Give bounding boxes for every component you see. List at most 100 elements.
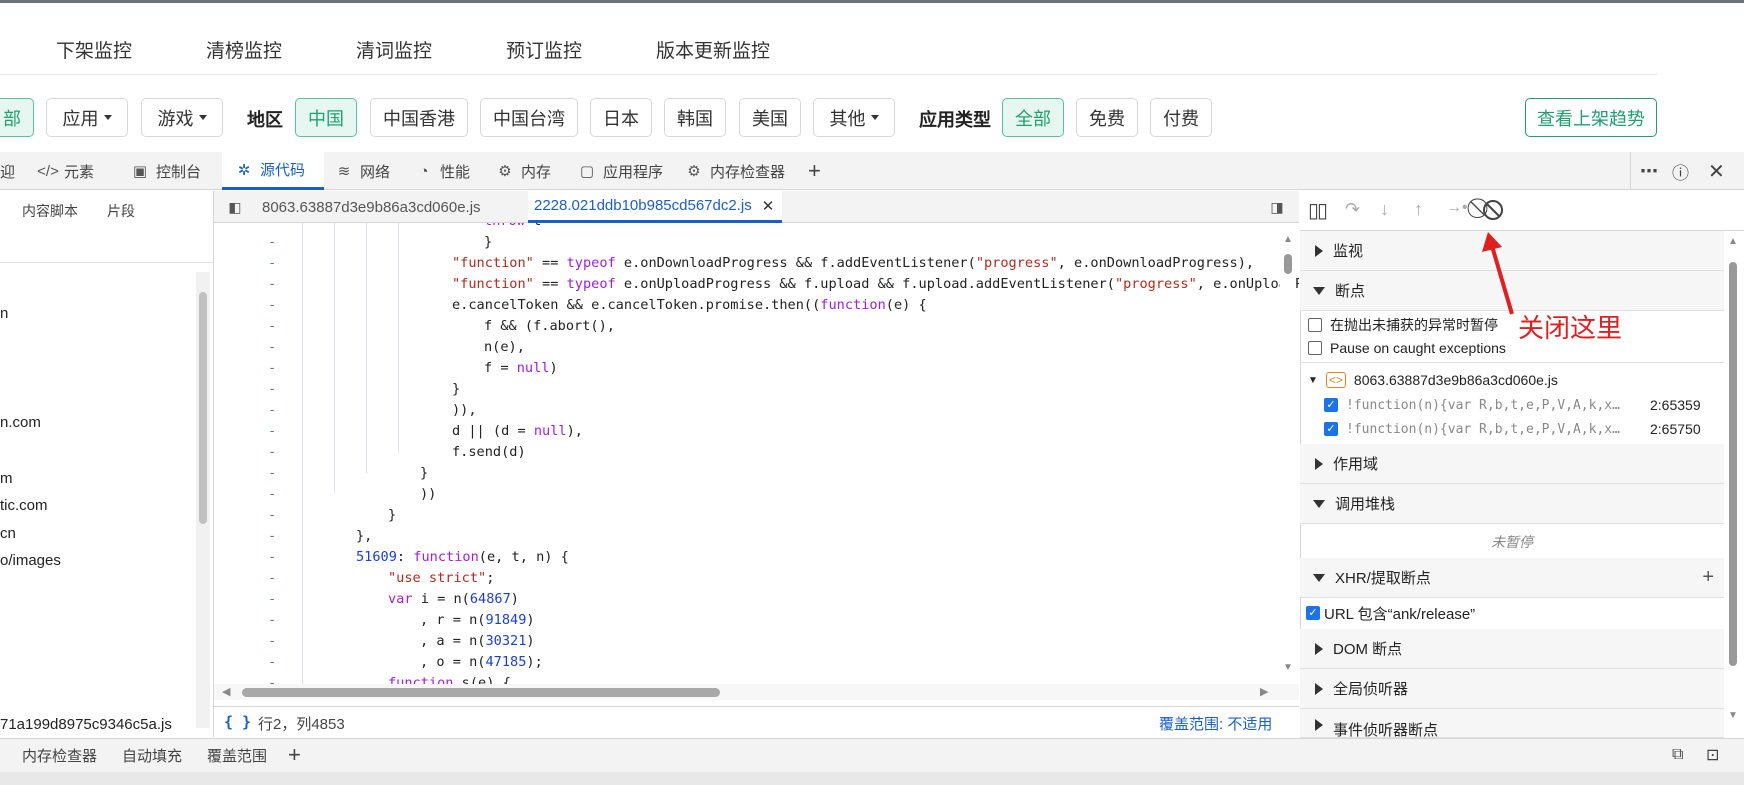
nav-item[interactable]: 71a199d8975c9346c5a.js (0, 716, 172, 733)
tab-sources[interactable]: ✲ 源代码 (222, 152, 324, 190)
code-line[interactable]: - e.cancelToken && e.cancelToken.promise.… (214, 295, 1299, 316)
nav-tab-rank-clear[interactable]: 清榜监控 (206, 36, 282, 63)
code-line[interactable]: - d || (d = null), (214, 421, 1299, 442)
close-drawer-icon[interactable]: ⊡ (1706, 738, 1719, 772)
line-gutter-marker[interactable]: - (268, 652, 276, 673)
section-event-listeners[interactable]: 事件侦听器断点 (1300, 709, 1724, 738)
scroll-up-icon[interactable]: ▲ (1728, 236, 1738, 247)
add-drawer-tab-icon[interactable]: + (288, 738, 301, 772)
line-gutter-marker[interactable]: - (268, 295, 276, 316)
nav-item[interactable]: n (0, 305, 8, 322)
line-gutter-marker[interactable]: - (268, 631, 276, 652)
line-gutter-marker[interactable]: - (268, 421, 276, 442)
line-gutter-marker[interactable]: - (268, 379, 276, 400)
nav-tab-delist[interactable]: 下架监控 (56, 36, 132, 63)
code-line[interactable]: - 51609: function(e, t, n) { (214, 547, 1299, 568)
region-chip-korea[interactable]: 韩国 (664, 98, 726, 137)
drawer-tab-coverage[interactable]: 覆盖范围 (207, 738, 267, 772)
apptype-chip-all[interactable]: 全部 (1002, 98, 1064, 137)
editor-tab-file2[interactable]: 2228.021ddb10b985cd567dc2.js ✕ (528, 191, 783, 223)
nav-tab-version-update[interactable]: 版本更新监控 (656, 36, 770, 63)
section-callstack[interactable]: 调用堆栈 (1300, 484, 1724, 524)
deactivate-breakpoints-icon[interactable] (1482, 199, 1504, 221)
line-gutter-marker[interactable]: - (268, 223, 276, 232)
code-line[interactable]: -)) (214, 484, 1299, 505)
code-line[interactable]: - , a = n(30321) (214, 631, 1299, 652)
code-line[interactable]: -)), (214, 400, 1299, 421)
region-chip-usa[interactable]: 美国 (739, 98, 801, 137)
view-trend-button[interactable]: 查看上架趋势 (1525, 98, 1657, 137)
scroll-down-icon[interactable]: ▼ (1728, 710, 1738, 721)
add-tab-icon[interactable]: + (808, 152, 830, 190)
section-xhr-breakpoints[interactable]: XHR/提取断点 + (1300, 558, 1724, 598)
tab-network[interactable]: ≋ 网络 (334, 152, 404, 190)
code-hscrollbar[interactable]: ◀ ▶ (214, 684, 1299, 700)
line-gutter-marker[interactable]: - (268, 547, 276, 568)
line-gutter-marker[interactable]: - (268, 253, 276, 274)
navigator-scrollbar[interactable] (196, 272, 210, 728)
step-over-icon[interactable]: ↷ (1345, 199, 1360, 220)
pause-uncaught-checkbox[interactable] (1308, 318, 1322, 332)
more-options-icon[interactable]: ⋯ (1640, 152, 1658, 190)
code-line[interactable]: - "function" == typeof e.onUploadProgress… (214, 274, 1299, 295)
code-line[interactable]: - "use strict"; (214, 568, 1299, 589)
code-line[interactable]: -} (214, 232, 1299, 253)
breakpoint-item[interactable]: ✓ !function(n){var R,b,t,e,P,V,A,k,x… 2:65… (1300, 393, 1724, 417)
filter-all-chip[interactable]: 部 (0, 98, 34, 137)
tab-welcome[interactable]: 迎 (0, 152, 22, 190)
line-gutter-marker[interactable]: - (268, 484, 276, 505)
code-line[interactable]: - f.send(d) (214, 442, 1299, 463)
code-line[interactable]: -}, (214, 526, 1299, 547)
section-scope[interactable]: 作用域 (1300, 444, 1724, 484)
line-gutter-marker[interactable]: - (268, 358, 276, 379)
toggle-debugger-icon[interactable]: ◨ (1264, 191, 1290, 223)
tab-memory[interactable]: ⚙ 内存 (495, 152, 557, 190)
line-gutter-marker[interactable]: - (268, 673, 276, 684)
code-line[interactable]: -} (214, 379, 1299, 400)
close-tab-icon[interactable]: ✕ (762, 197, 775, 215)
line-gutter-marker[interactable]: - (268, 463, 276, 484)
code-line[interactable]: - , o = n(47185); (214, 652, 1299, 673)
close-icon[interactable]: ✕ (1708, 152, 1725, 190)
region-chip-china[interactable]: 中国 (295, 98, 357, 137)
code-line[interactable]: - f && (f.abort(), (214, 316, 1299, 337)
line-gutter-marker[interactable]: - (268, 526, 276, 547)
code-line[interactable]: - function s(e) { (214, 673, 1299, 684)
line-gutter-marker[interactable]: - (268, 274, 276, 295)
nav-item[interactable]: cn (0, 525, 16, 542)
tab-memory-inspector[interactable]: ⚙ 内存检查器 (684, 152, 792, 190)
help-icon[interactable]: ⓘ (1672, 152, 1689, 190)
drawer-tab-memory-inspector[interactable]: 内存检查器 (22, 738, 97, 772)
filter-app-dropdown[interactable]: 应用 (46, 98, 128, 137)
xhr-breakpoint-item[interactable]: ✓ URL 包含“ank/release” (1300, 601, 1724, 625)
add-xhr-breakpoint-icon[interactable]: + (1702, 566, 1714, 589)
pause-caught-row[interactable]: Pause on caught exceptions (1300, 336, 1724, 360)
subtab-snippets[interactable]: 片段 (107, 201, 135, 221)
scrollbar-thumb[interactable] (1729, 262, 1737, 666)
code-line[interactable]: - "function" == typeof e.onDownloadProgre… (214, 253, 1299, 274)
code-line[interactable]: - n(e), (214, 337, 1299, 358)
line-gutter-marker[interactable]: - (268, 232, 276, 253)
scrollbar-thumb[interactable] (199, 292, 207, 524)
dock-side-icon[interactable]: ⧉ (1672, 738, 1683, 772)
subtab-content-scripts[interactable]: 内容脚本 (22, 201, 78, 221)
tab-console[interactable]: ▣ 控制台 (130, 152, 220, 190)
coverage-status[interactable]: 覆盖范围: 不适用 (1159, 713, 1272, 734)
region-other-dropdown[interactable]: 其他 (813, 98, 895, 137)
nav-item[interactable]: n.com (0, 414, 41, 431)
scrollbar-thumb[interactable] (1284, 254, 1292, 274)
xhr-breakpoint-checkbox[interactable]: ✓ (1306, 606, 1320, 620)
region-chip-hongkong[interactable]: 中国香港 (370, 98, 468, 137)
line-gutter-marker[interactable]: - (268, 589, 276, 610)
step-icon[interactable]: →• (1446, 199, 1468, 217)
breakpoint-checkbox[interactable]: ✓ (1324, 398, 1338, 412)
drawer-tab-autofill[interactable]: 自动填充 (122, 738, 182, 772)
debugger-scrollbar[interactable]: ▲ ▼ (1724, 234, 1742, 734)
bp-file-row[interactable]: ▼ <> 8063.63887d3e9b86a3cd060e.js (1300, 368, 1724, 392)
pause-caught-checkbox[interactable] (1308, 341, 1322, 355)
step-into-icon[interactable]: ↓ (1380, 199, 1389, 220)
nav-item[interactable]: tic.com (0, 497, 48, 514)
line-gutter-marker[interactable]: - (268, 316, 276, 337)
line-gutter-marker[interactable]: - (268, 568, 276, 589)
scroll-down-icon[interactable]: ▼ (1283, 662, 1293, 673)
